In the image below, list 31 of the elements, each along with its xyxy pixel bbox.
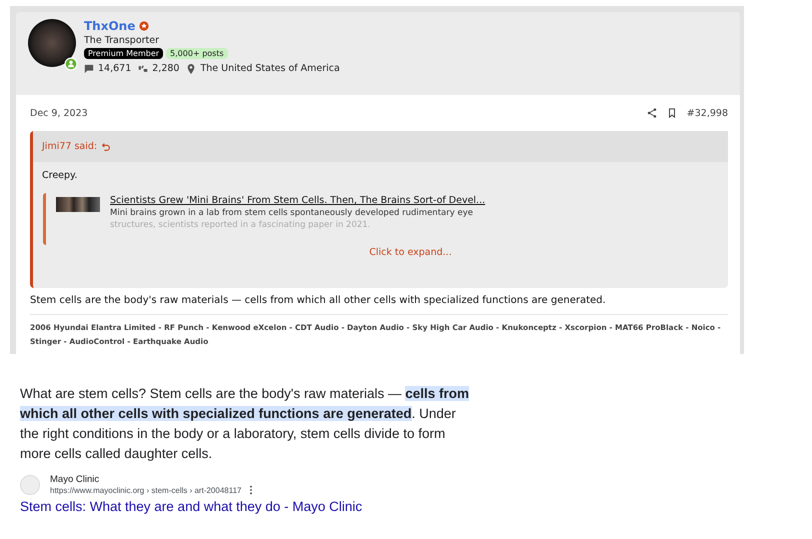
snippet-text: What are stem cells? Stem cells are the body's raw materials — cells from which all other cells with specialized functions are generated. Under the right conditions in the body or a laboratory, stem cells divide to form more cells called daughter cells. bbox=[20, 385, 470, 463]
quote-text: Creepy. bbox=[41, 169, 78, 183]
location-text: The United States of America bbox=[200, 63, 340, 74]
link-preview-title[interactable]: Scientists Grew 'Mini Brains' From Stem Cells. Then, The Brains Sort-of Devel... bbox=[110, 195, 486, 206]
link-preview-description: structures, scientists reported in a fascinating paper in 2021. bbox=[110, 220, 372, 230]
photo-placeholder bbox=[56, 197, 100, 212]
post-number-link[interactable]: #32,998 bbox=[686, 108, 728, 118]
location-pin-icon bbox=[186, 64, 196, 74]
more-options-icon[interactable] bbox=[249, 485, 254, 495]
share-icon[interactable] bbox=[646, 108, 657, 118]
member-badge: 5,000+ posts bbox=[166, 48, 228, 59]
source-url: https://www.mayoclinic.org › stem-cells › art-20048117 bbox=[50, 486, 242, 494]
site-logo-icon bbox=[20, 474, 40, 494]
user-title: The Transporter bbox=[84, 35, 160, 46]
source-name: Mayo Clinic bbox=[50, 474, 100, 485]
expand-link[interactable]: Click to expand... bbox=[33, 247, 728, 258]
link-preview-description: Mini brains grown in a lab from stem cells spontaneously developed rudimentary eye bbox=[110, 208, 474, 218]
quote-author-link[interactable]: Jimi77 said: bbox=[42, 141, 98, 152]
post-date[interactable]: Dec 9, 2023 bbox=[30, 108, 88, 118]
reaction-count: 2,280 bbox=[152, 63, 180, 74]
return-arrow-icon[interactable] bbox=[101, 142, 112, 152]
bookmark-icon[interactable] bbox=[666, 108, 677, 118]
result-link[interactable]: Stem cells: What they are and what they do - Mayo Clinic bbox=[20, 499, 812, 514]
member-badge: Premium Member bbox=[84, 48, 164, 59]
comment-icon bbox=[84, 64, 94, 74]
thumbs-icon bbox=[138, 64, 148, 74]
avatar[interactable] bbox=[28, 19, 76, 67]
star-badge-icon bbox=[139, 21, 150, 31]
username-link[interactable]: ThxOne bbox=[84, 19, 136, 33]
message-count: 14,671 bbox=[98, 63, 132, 74]
post-text: Stem cells are the body's raw materials — cells from which all other cells with specialized functions are generated. bbox=[30, 288, 728, 315]
